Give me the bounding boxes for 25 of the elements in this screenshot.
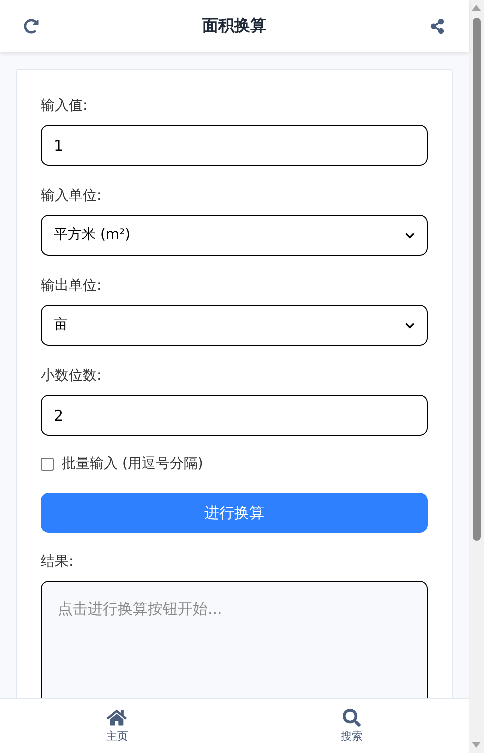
field-label: 输出单位:	[41, 277, 103, 296]
nav-item[interactable]: 搜索	[234, 699, 469, 753]
unit-select[interactable]: 平方米 (m²)	[41, 215, 428, 256]
home-icon	[107, 708, 128, 726]
checkbox[interactable]	[41, 458, 54, 471]
input-field[interactable]: 2	[41, 395, 428, 436]
field-label: 输入单位:	[41, 187, 103, 206]
field-label: 输入值:	[41, 97, 89, 116]
nav-item[interactable]: 主页	[0, 699, 234, 753]
input-field[interactable]: 1	[41, 125, 428, 166]
checkbox-label: 批量输入 (用逗号分隔)	[62, 455, 204, 474]
convert-button[interactable]: 进行换算	[41, 493, 428, 533]
chevron-down-icon	[405, 320, 415, 330]
page-title: 面积换算	[202, 15, 266, 37]
result-label: 结果:	[41, 553, 75, 572]
scrollbar-thumb[interactable]	[472, 18, 480, 541]
search-icon	[342, 708, 361, 726]
share-icon	[430, 18, 445, 34]
chevron-down-icon	[405, 230, 415, 240]
field-label: 小数位数:	[41, 367, 103, 386]
refresh-icon	[24, 18, 39, 34]
result-area[interactable]: 点击进行换算按钮开始...	[41, 581, 428, 698]
scroll-up-icon	[472, 5, 481, 11]
unit-select[interactable]: 亩	[41, 305, 428, 346]
scroll-down-icon	[472, 742, 481, 748]
